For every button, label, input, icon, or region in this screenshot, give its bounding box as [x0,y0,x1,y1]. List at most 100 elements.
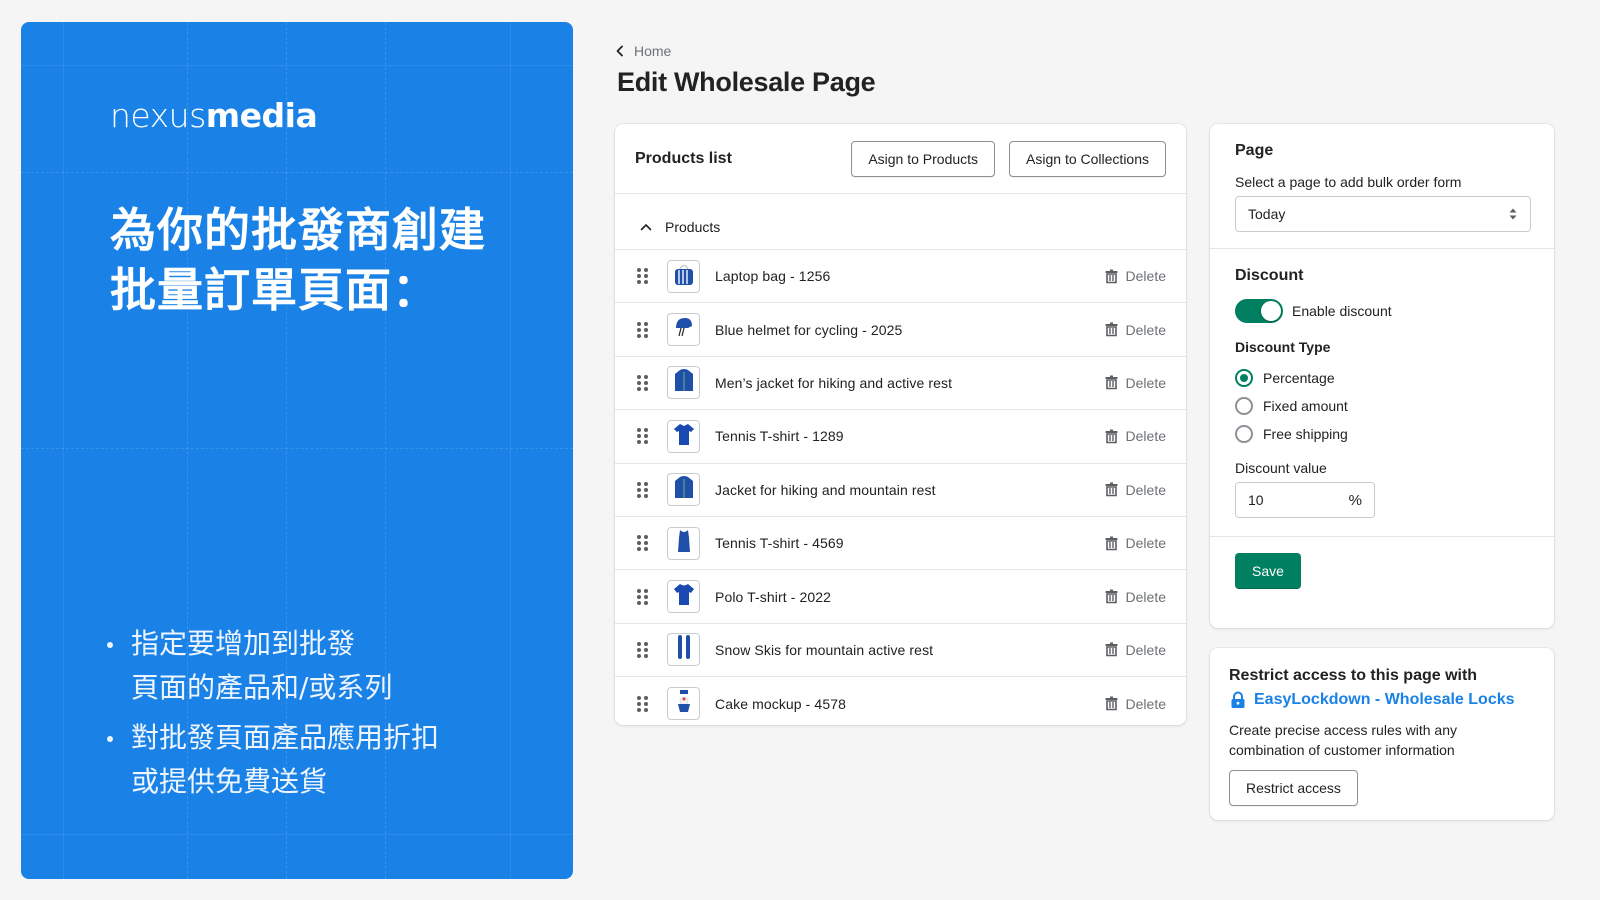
discount-value-input[interactable]: 10 % [1235,482,1375,518]
trash-icon [1104,642,1119,657]
grid-line [21,65,573,66]
radio-label: Free shipping [1263,426,1348,442]
delete-button[interactable]: Delete [1104,375,1166,391]
products-list-card: Products list Asign to Products Asign to… [615,124,1186,725]
delete-button[interactable]: Delete [1104,268,1166,284]
radio-button[interactable] [1235,425,1253,443]
discount-value-text: 10 [1248,492,1264,508]
bullet-text: 對批發頁面產品應用折扣 [131,721,440,754]
discount-value-label: Discount value [1235,460,1327,476]
product-row: Tennis T-shirt - 4569 Delete [615,517,1186,571]
save-button[interactable]: Save [1235,553,1301,589]
grid-line [21,448,573,449]
drag-handle-icon[interactable] [637,428,649,445]
drag-handle-icon[interactable] [637,641,649,658]
trash-icon [1104,482,1119,497]
restrict-access-title: Restrict access to this page with [1229,667,1478,684]
restrict-access-card: Restrict access to this page with EasyLo… [1210,648,1554,820]
product-row: Laptop bag - 1256 Delete [615,250,1186,304]
product-thumbnail [667,366,700,400]
product-thumbnail [667,473,700,507]
toggle-knob [1261,301,1281,321]
product-name: Men’s jacket for hiking and active rest [715,374,953,391]
products-card-header: Products list Asign to Products Asign to… [615,124,1186,194]
promo-panel: nexusmedia 為你的批發商創建 批量訂單頁面： 指定要增加到批發 頁面的… [21,22,573,879]
lock-icon [1231,691,1245,708]
products-list-title: Products list [635,149,732,167]
delete-label: Delete [1125,374,1166,391]
drag-handle-icon[interactable] [637,695,649,712]
drag-handle-icon[interactable] [637,481,649,498]
delete-button[interactable]: Delete [1104,696,1166,712]
product-thumbnail [667,633,700,667]
delete-label: Delete [1125,268,1166,285]
cake-icon [673,688,695,719]
radio-button[interactable] [1235,397,1253,415]
trash-icon [1104,269,1119,284]
drag-handle-icon[interactable] [637,321,649,338]
delete-label: Delete [1125,641,1166,658]
drag-handle-icon[interactable] [637,268,649,285]
delete-button[interactable]: Delete [1104,428,1166,444]
delete-button[interactable]: Delete [1104,642,1166,658]
delete-button[interactable]: Delete [1104,322,1166,338]
easylockdown-link[interactable]: EasyLockdown - Wholesale Locks [1229,688,1535,712]
delete-button[interactable]: Delete [1104,482,1166,498]
headline-line-1: 為你的批發商創建 [110,203,486,257]
enable-discount-toggle[interactable] [1235,299,1283,323]
logo-bold-text: media [205,96,318,135]
discount-type-radio-group: Percentage Fixed amount Free shipping [1235,364,1529,448]
product-thumbnail [667,259,700,293]
product-name: Snow Skis for mountain active rest [715,641,934,658]
drag-handle-icon[interactable] [637,588,649,605]
delete-button[interactable]: Delete [1104,535,1166,551]
radio-button[interactable] [1235,369,1253,387]
promo-headline: 為你的批發商創建 批量訂單頁面： [110,200,550,320]
delete-label: Delete [1125,535,1166,552]
discount-section-title: Discount [1235,267,1304,284]
delete-button[interactable]: Delete [1104,589,1166,605]
jacket-icon [673,367,695,398]
enable-discount-toggle-row[interactable]: Enable discount [1235,299,1529,323]
discount-type-option[interactable]: Percentage [1235,364,1529,392]
discount-type-option[interactable]: Free shipping [1235,420,1529,448]
drag-handle-icon[interactable] [637,374,649,391]
skis-icon [673,634,695,665]
products-section-toggle[interactable]: Products [615,194,1186,250]
bag-icon [673,261,695,292]
save-section: Save [1210,537,1554,605]
promo-bullets: 指定要增加到批發 頁面的產品和/或系列 對批發頁面產品應用折扣 或提供免費送貨 [103,622,543,810]
radio-label: Fixed amount [1263,398,1348,414]
chevron-left-icon [616,45,623,57]
trash-icon [1104,589,1119,604]
discount-type-option[interactable]: Fixed amount [1235,392,1529,420]
select-arrows-icon [1509,208,1517,220]
bullet-item: 對批發頁面產品應用折扣 或提供免費送貨 [103,716,543,804]
trash-icon [1104,375,1119,390]
product-row: Snow Skis for mountain active rest Delete [615,624,1186,678]
product-thumbnail [667,526,700,560]
restrict-access-button[interactable]: Restrict access [1229,770,1358,806]
product-row: Cake mockup - 4578 Delete [615,677,1186,730]
product-row: Polo T-shirt - 2022 Delete [615,570,1186,624]
trash-icon [1104,696,1119,711]
product-name: Polo T-shirt - 2022 [715,588,832,605]
product-thumbnail [667,313,700,347]
assign-to-products-button[interactable]: Asign to Products [851,140,996,177]
polo-icon [673,421,695,452]
breadcrumb-home[interactable]: Home [614,43,671,59]
product-thumbnail [667,687,700,721]
product-thumbnail [667,580,700,614]
drag-handle-icon[interactable] [637,535,649,552]
page-select[interactable]: Today [1235,196,1531,232]
product-name: Cake mockup - 4578 [715,695,846,712]
assign-to-collections-button[interactable]: Asign to Collections [1009,140,1166,177]
bullet-text: 或提供免費送貨 [131,765,328,798]
product-row: Jacket for hiking and mountain rest Delet… [615,464,1186,517]
delete-label: Delete [1125,588,1166,605]
page-section: Page Select a page to add bulk order for… [1210,124,1554,249]
tshirt-icon [673,581,695,612]
delete-label: Delete [1125,321,1166,338]
product-name: Blue helmet for cycling - 2025 [715,321,903,338]
page-select-label: Select a page to add bulk order form [1235,174,1462,190]
